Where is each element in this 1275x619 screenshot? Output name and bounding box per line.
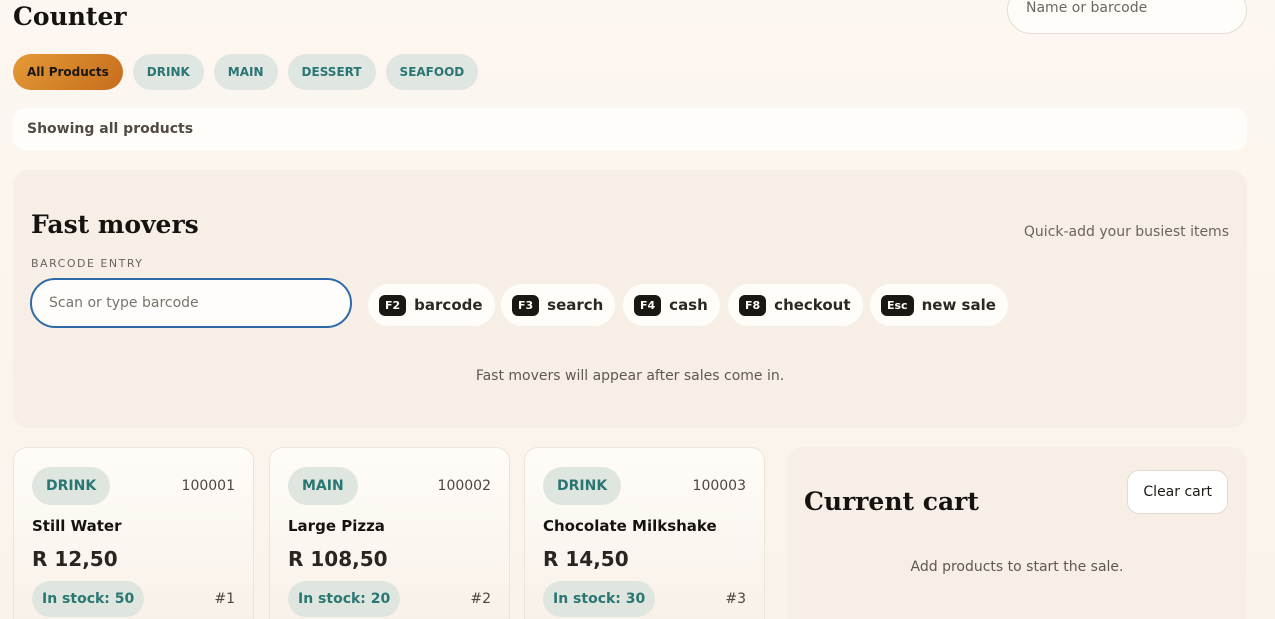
product-price: R 12,50 [32, 547, 118, 571]
product-stock-badge: In stock: 50 [32, 581, 145, 617]
product-card-large-pizza[interactable]: MAIN 100002 Large Pizza R 108,50 In stoc… [269, 447, 510, 619]
fast-movers-subtitle: Quick-add your busiest items [1023, 224, 1229, 240]
product-index: #1 [214, 591, 235, 607]
product-card-chocolate-milkshake[interactable]: DRINK 100003 Chocolate Milkshake R 14,50… [524, 447, 765, 619]
shortcut-label: new sale [921, 296, 996, 314]
product-index: #3 [725, 591, 746, 607]
shortcut-key-esc: Esc [881, 294, 914, 316]
product-search-input[interactable] [1026, 0, 1226, 16]
shortcut-label: barcode [414, 296, 483, 314]
product-search-field[interactable] [1007, 0, 1247, 34]
product-index: #2 [470, 591, 491, 607]
barcode-entry-label: BARCODE ENTRY [31, 257, 144, 270]
product-code: 100002 [437, 478, 491, 494]
product-code: 100003 [692, 478, 746, 494]
filter-status-text: Showing all products [27, 121, 194, 137]
product-card-still-water[interactable]: DRINK 100001 Still Water R 12,50 In stoc… [13, 447, 254, 619]
product-stock-badge: In stock: 30 [543, 581, 656, 617]
shortcut-barcode[interactable]: F2 barcode [368, 284, 495, 326]
fast-movers-title: Fast movers [31, 210, 199, 239]
shortcut-key-f8: F8 [739, 294, 767, 316]
product-name: Chocolate Milkshake [543, 517, 717, 535]
category-chip-all-products[interactable]: All Products [13, 54, 123, 90]
shortcut-new-sale[interactable]: Esc new sale [870, 284, 1008, 326]
cart-title: Current cart [804, 487, 979, 516]
shortcut-label: checkout [774, 296, 851, 314]
shortcut-key-f3: F3 [512, 294, 540, 316]
product-code: 100001 [181, 478, 235, 494]
shortcut-search[interactable]: F3 search [501, 284, 616, 326]
shortcut-label: search [547, 296, 604, 314]
page-title: Counter [13, 2, 127, 31]
clear-cart-button[interactable]: Clear cart [1127, 470, 1228, 514]
shortcut-key-f2: F2 [379, 294, 407, 316]
barcode-input[interactable] [49, 295, 339, 311]
product-price: R 14,50 [543, 547, 629, 571]
product-stock-badge: In stock: 20 [288, 581, 401, 617]
cart-empty-message: Add products to start the sale. [910, 559, 1124, 575]
category-chip-drink[interactable]: DRINK [132, 54, 204, 90]
product-name: Large Pizza [288, 517, 385, 535]
product-category-badge: DRINK [543, 467, 622, 505]
barcode-field[interactable] [30, 278, 352, 328]
shortcut-cash[interactable]: F4 cash [623, 284, 720, 326]
current-cart-panel: Current cart Clear cart Add products to … [787, 447, 1247, 619]
category-chip-seafood[interactable]: SEAFOOD [385, 54, 479, 90]
product-category-badge: MAIN [288, 467, 358, 505]
fast-movers-empty-message: Fast movers will appear after sales come… [475, 368, 785, 384]
product-price: R 108,50 [288, 547, 388, 571]
product-category-badge: DRINK [32, 467, 111, 505]
fast-movers-panel: Fast movers Quick-add your busiest items… [13, 170, 1247, 428]
shortcut-checkout[interactable]: F8 checkout [728, 284, 863, 326]
product-name: Still Water [32, 517, 122, 535]
category-chip-main[interactable]: MAIN [213, 54, 278, 90]
category-filter-bar: All Products DRINK MAIN DESSERT SEAFOOD [13, 54, 479, 90]
shortcut-key-f4: F4 [634, 294, 662, 316]
filter-status-bar: Showing all products [13, 108, 1247, 150]
shortcut-label: cash [669, 296, 708, 314]
category-chip-dessert[interactable]: DESSERT [287, 54, 376, 90]
